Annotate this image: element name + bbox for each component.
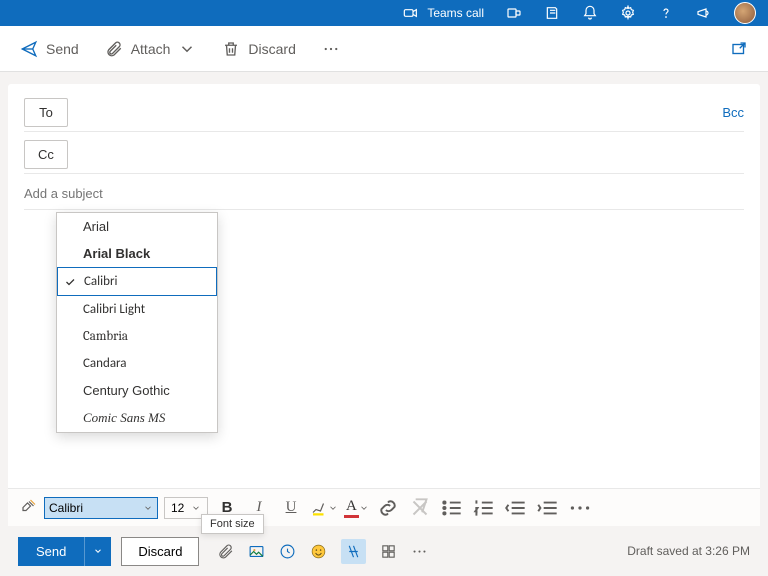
attach-label: Attach: [131, 41, 171, 57]
chevron-down-icon: [191, 503, 201, 513]
trash-icon: [222, 40, 240, 58]
underline-button[interactable]: U: [278, 495, 304, 521]
font-family-dropdown[interactable]: Arial Arial Black Calibri Calibri Light Camb…: [56, 212, 218, 433]
send-primary-button[interactable]: Send: [18, 537, 84, 566]
font-color-button[interactable]: A: [344, 498, 369, 518]
format-toolbar: Calibri 12 B I U A: [8, 488, 760, 526]
outdent-button[interactable]: [503, 495, 529, 521]
discard-button[interactable]: Discard: [222, 40, 295, 58]
clear-format-button[interactable]: [407, 495, 433, 521]
send-options-button[interactable]: [84, 537, 111, 566]
format-painter-button[interactable]: [20, 497, 38, 518]
font-option-label: Comic Sans MS: [83, 410, 165, 425]
font-option[interactable]: Arial: [57, 213, 217, 240]
picture-icon[interactable]: [248, 543, 265, 560]
font-option[interactable]: Candara: [57, 350, 217, 377]
bullets-button[interactable]: [439, 495, 465, 521]
font-option-label: Arial: [83, 219, 109, 234]
apps-icon[interactable]: [380, 543, 397, 560]
attach-icon[interactable]: [217, 543, 234, 560]
more-bottom-button[interactable]: [411, 543, 428, 560]
megaphone-icon[interactable]: [696, 5, 712, 21]
popout-icon: [730, 40, 748, 58]
emoji-icon[interactable]: [310, 543, 327, 560]
font-option[interactable]: Century Gothic: [57, 377, 217, 404]
font-size-tooltip: Font size: [201, 514, 264, 534]
cc-row: Cc: [24, 136, 744, 174]
bcc-link[interactable]: Bcc: [722, 105, 744, 120]
send-label: Send: [46, 41, 79, 57]
chevron-down-icon: [143, 503, 153, 513]
cc-button[interactable]: Cc: [24, 140, 68, 169]
font-option[interactable]: Cambria: [57, 323, 217, 350]
app-topbar: Teams call: [0, 0, 768, 26]
discard-label: Discard: [248, 41, 295, 57]
subject-input[interactable]: [24, 186, 744, 201]
teams-call-label: Teams call: [427, 6, 484, 20]
font-option-label: Arial Black: [83, 246, 150, 261]
discard-primary-button[interactable]: Discard: [121, 537, 199, 566]
draft-status: Draft saved at 3:26 PM: [627, 544, 750, 558]
send-button[interactable]: Send: [20, 40, 79, 58]
command-bar: Send Attach Discard: [0, 26, 768, 72]
notes-icon[interactable]: [544, 5, 560, 21]
help-icon[interactable]: [658, 5, 674, 21]
video-icon: [403, 5, 419, 21]
teams-call-button[interactable]: Teams call: [403, 5, 484, 21]
bottom-icons: [217, 539, 428, 564]
indent-button[interactable]: [535, 495, 561, 521]
numbering-button[interactable]: [471, 495, 497, 521]
send-icon: [20, 40, 38, 58]
check-icon: [64, 276, 76, 292]
font-option[interactable]: Calibri: [57, 267, 217, 296]
more-button[interactable]: [322, 40, 340, 58]
font-option[interactable]: Arial Black: [57, 240, 217, 267]
compose-area: To Bcc Cc ArialArial BlackCalibriCalibri…: [0, 72, 768, 526]
attach-button[interactable]: Attach: [105, 40, 197, 58]
font-size-value: 12: [171, 501, 191, 515]
send-split-button: Send: [18, 537, 111, 566]
font-option-label: Candara: [83, 356, 127, 371]
link-button[interactable]: [375, 495, 401, 521]
font-option-label: Century Gothic: [83, 383, 170, 398]
gear-icon[interactable]: [620, 5, 636, 21]
more-format-button[interactable]: [567, 495, 593, 521]
font-family-value: Calibri: [49, 501, 143, 515]
avatar[interactable]: [734, 2, 756, 24]
show-format-button[interactable]: [341, 539, 366, 564]
font-option-label: Cambria: [83, 329, 128, 344]
subject-row: [24, 178, 744, 210]
compose-card: To Bcc Cc ArialArial BlackCalibriCalibri…: [8, 84, 760, 526]
paperclip-icon: [105, 40, 123, 58]
font-option[interactable]: Comic Sans MS: [57, 404, 217, 432]
bottom-bar: Send Discard Draft saved at 3:26 PM: [0, 526, 768, 576]
expression-icon[interactable]: [279, 543, 296, 560]
font-option-label: Calibri: [84, 274, 117, 289]
bell-icon[interactable]: [582, 5, 598, 21]
open-new-window-button[interactable]: [730, 40, 748, 58]
meet-now-icon[interactable]: [506, 5, 522, 21]
font-option[interactable]: Calibri Light: [57, 296, 217, 323]
to-button[interactable]: To: [24, 98, 68, 127]
font-option-label: Calibri Light: [83, 302, 145, 317]
ellipsis-icon: [322, 40, 340, 58]
highlight-button[interactable]: [310, 499, 338, 517]
chevron-down-icon: [178, 40, 196, 58]
font-family-select[interactable]: Calibri: [44, 497, 158, 519]
to-row: To Bcc: [24, 94, 744, 132]
